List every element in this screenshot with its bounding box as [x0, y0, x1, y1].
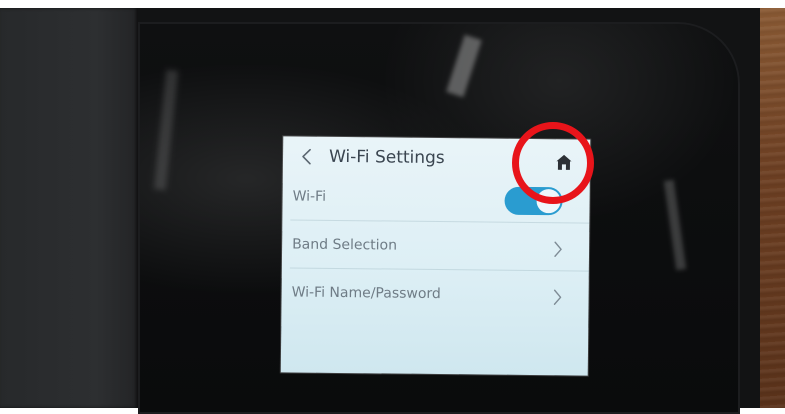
row-label: Wi-Fi	[292, 188, 327, 205]
row-label: Wi-Fi Name/Password	[291, 284, 441, 303]
list-item-band-selection[interactable]: Band Selection	[282, 224, 589, 272]
list-item-wifi-name-password[interactable]: Wi-Fi Name/Password	[281, 272, 588, 319]
annotation-highlight-circle	[512, 122, 594, 204]
page-title: Wi-Fi Settings	[328, 146, 445, 169]
chevron-right-icon[interactable]	[552, 239, 564, 259]
divider	[290, 219, 590, 224]
row-label: Band Selection	[292, 236, 398, 254]
chevron-right-icon[interactable]	[551, 287, 563, 307]
device-photo: Wi-Fi Settings Wi-Fi Band Selection Wi-F…	[0, 0, 785, 414]
device-side-panel	[0, 8, 138, 408]
chevron-left-icon[interactable]	[299, 147, 315, 167]
divider	[289, 267, 589, 272]
